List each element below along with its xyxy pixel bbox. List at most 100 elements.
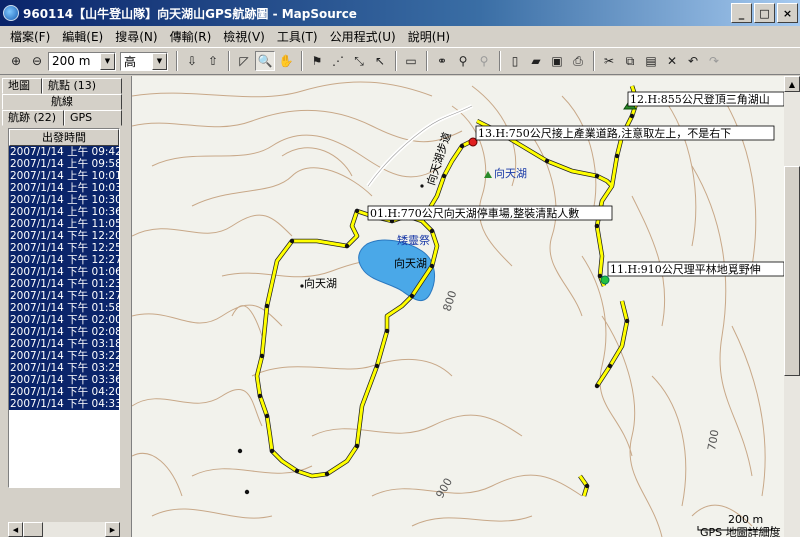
track-list-row[interactable]: 2007/1/14 下午 12:20 — [9, 230, 119, 242]
track-list-row[interactable]: 2007/1/14 下午 01:27 — [9, 290, 119, 302]
tab-gps[interactable]: GPS — [64, 110, 122, 126]
menu-view[interactable]: 檢視(V) — [217, 28, 271, 45]
map-vertical-scrollbar[interactable]: ▲ — [784, 76, 800, 537]
scroll-up-icon[interactable]: ▲ — [784, 76, 800, 92]
track-list-row[interactable]: 2007/1/14 上午 10:03 — [9, 182, 119, 194]
track-list-row[interactable]: 2007/1/14 下午 04:33 — [9, 398, 119, 410]
waypoint-label-12[interactable]: 12.H:855公尺登頂三角湖山 — [627, 91, 784, 107]
svg-text:13.H:750公尺接上產業道路,注意取左上，不是右下: 13.H:750公尺接上產業道路,注意取左上，不是右下 — [478, 126, 731, 140]
tab-routes[interactable]: 航線 — [2, 94, 122, 110]
selection-tool-icon[interactable]: ↖ — [370, 51, 390, 71]
waypoint-11-marker[interactable] — [600, 275, 610, 285]
new-file-icon[interactable]: ▯ — [505, 51, 525, 71]
track-list-row[interactable]: 2007/1/14 下午 03:22 — [9, 350, 119, 362]
track-list-row[interactable]: 2007/1/14 下午 02:08 — [9, 326, 119, 338]
track-list-horizontal-scrollbar[interactable]: ◀ ▶ — [8, 522, 120, 537]
menu-edit[interactable]: 編輯(E) — [56, 28, 109, 45]
chevron-down-icon[interactable]: ▼ — [152, 52, 167, 70]
menu-utilities[interactable]: 公用程式(U) — [324, 28, 402, 45]
undo-icon[interactable]: ↶ — [683, 51, 703, 71]
open-folder-icon[interactable]: ▰ — [526, 51, 546, 71]
track-list[interactable]: 出發時間 2007/1/14 上午 09:42 2007/1/14 上午 09:5… — [8, 128, 120, 488]
track-list-row[interactable]: 2007/1/14 下午 01:23 — [9, 278, 119, 290]
waypoint-label-13[interactable]: 13.H:750公尺接上產業道路,注意取左上，不是右下 — [475, 125, 775, 141]
menu-find[interactable]: 搜尋(N) — [109, 28, 163, 45]
scroll-right-icon[interactable]: ▶ — [105, 522, 120, 537]
lake-label: 向天湖 — [394, 256, 427, 270]
track-list-row[interactable]: 2007/1/14 下午 02:00 — [9, 314, 119, 326]
tab-waypoints[interactable]: 航點 (13) — [42, 78, 122, 94]
maximize-button[interactable]: □ — [754, 3, 775, 23]
receive-from-device-icon[interactable]: ⇩ — [182, 51, 202, 71]
road-label: 向天湖步道 — [424, 130, 454, 187]
detail-level-select[interactable]: 高 ▼ — [120, 51, 168, 71]
zoom-scale-select[interactable]: 200 m ▼ — [48, 51, 116, 71]
zoom-tool-icon[interactable]: 🔍 — [255, 51, 275, 71]
toolbar-separator — [593, 51, 595, 71]
track-list-row[interactable]: 2007/1/14 下午 03:18 — [9, 338, 119, 350]
track-list-row[interactable]: 2007/1/14 下午 01:58 — [9, 302, 119, 314]
find-icon[interactable]: ⚭ — [432, 51, 452, 71]
poi-tree-icon — [484, 171, 492, 178]
track-list-row[interactable]: 2007/1/14 下午 04:20 — [9, 386, 119, 398]
column-header-start-time[interactable]: 出發時間 — [9, 129, 119, 146]
window-title: 960114【山牛登山隊】向天湖山GPS航跡圖 - MapSource — [23, 6, 357, 21]
track-list-row[interactable]: 2007/1/14 上午 09:42 — [9, 146, 119, 158]
track-list-row[interactable]: 2007/1/14 下午 03:36 — [9, 374, 119, 386]
track-list-row[interactable]: 2007/1/14 上午 09:58 — [9, 158, 119, 170]
delete-icon[interactable]: ✕ — [662, 51, 682, 71]
track-list-row[interactable]: 2007/1/14 下午 03:25 — [9, 362, 119, 374]
paste-icon[interactable]: ▤ — [641, 51, 661, 71]
track-list-row[interactable]: 2007/1/14 上午 10:30 — [9, 194, 119, 206]
zoom-out-icon[interactable]: ⊖ — [27, 51, 47, 71]
track-list-row[interactable]: 2007/1/14 下午 01:06 — [9, 266, 119, 278]
map-view[interactable]: 12.H:855公尺登頂三角湖山 13.H:750公尺接上產業道路,注意取左上，… — [131, 76, 784, 537]
map-select-tool-icon[interactable]: ◸ — [234, 51, 254, 71]
copy-icon[interactable]: ⧉ — [620, 51, 640, 71]
toolbar-separator — [395, 51, 397, 71]
detail-level-value: 高 — [124, 54, 137, 69]
print-icon[interactable]: ⎙ — [568, 51, 588, 71]
scroll-thumb[interactable] — [784, 166, 800, 376]
scale-bar-label: 200 m — [728, 513, 763, 526]
toolbar-separator — [499, 51, 501, 71]
waypoint-label-11[interactable]: 11.H:910公尺理平林地覓野伸 — [607, 261, 784, 277]
temple-label: 矮靈祭 — [397, 233, 430, 247]
cut-icon[interactable]: ✂ — [599, 51, 619, 71]
zoom-in-icon[interactable]: ⊕ — [6, 51, 26, 71]
track-tool-icon[interactable]: ⤡ — [349, 51, 369, 71]
contour-label-800: 800 — [440, 289, 459, 313]
waypoint-label-01[interactable]: 01.H:770公尺向天湖停車場,整裝清點人數 — [367, 205, 613, 221]
redo-icon: ↷ — [708, 54, 720, 68]
track-list-row[interactable]: 2007/1/14 上午 10:01 — [9, 170, 119, 182]
scroll-thumb[interactable] — [23, 522, 43, 537]
track-list-row[interactable]: 2007/1/14 下午 12:27 — [9, 254, 119, 266]
title-bar: 960114【山牛登山隊】向天湖山GPS航跡圖 - MapSource _ □ … — [0, 0, 800, 26]
waypoint-tool-icon[interactable]: ⚑ — [307, 51, 327, 71]
menu-transfer[interactable]: 傳輸(R) — [164, 28, 218, 45]
menu-help[interactable]: 說明(H) — [402, 28, 456, 45]
menu-tools[interactable]: 工具(T) — [271, 28, 324, 45]
route-tool-icon[interactable]: ⋰ — [328, 51, 348, 71]
find-nearest-icon[interactable]: ⚲ — [453, 51, 473, 71]
map-canvas[interactable]: 12.H:855公尺登頂三角湖山 13.H:750公尺接上產業道路,注意取左上，… — [132, 76, 784, 537]
contour-label-900: 900 — [433, 476, 455, 501]
track-list-row[interactable]: 2007/1/14 下午 12:25 — [9, 242, 119, 254]
tab-tracks[interactable]: 航跡 (22) — [2, 110, 64, 126]
menu-file[interactable]: 檔案(F) — [4, 28, 56, 45]
send-to-device-icon[interactable]: ⇧ — [203, 51, 223, 71]
close-button[interactable]: × — [777, 3, 798, 23]
track-list-row[interactable]: 2007/1/14 上午 10:36 — [9, 206, 119, 218]
measure-tool-icon[interactable]: ▭ — [401, 51, 421, 71]
tab-maps[interactable]: 地圖 — [2, 78, 42, 94]
pan-tool-icon[interactable]: ✋ — [276, 51, 296, 71]
save-icon[interactable]: ▣ — [547, 51, 567, 71]
scroll-left-icon[interactable]: ◀ — [8, 522, 23, 537]
track-list-row[interactable]: 2007/1/14 上午 11:05 — [9, 218, 119, 230]
svg-text:12.H:855公尺登頂三角湖山: 12.H:855公尺登頂三角湖山 — [630, 92, 770, 106]
minimize-button[interactable]: _ — [731, 3, 752, 23]
chevron-down-icon[interactable]: ▼ — [100, 52, 115, 70]
toolbar-separator — [301, 51, 303, 71]
mapsource-app-icon[interactable] — [3, 5, 19, 21]
tab-row-2: 航線 — [2, 94, 122, 110]
